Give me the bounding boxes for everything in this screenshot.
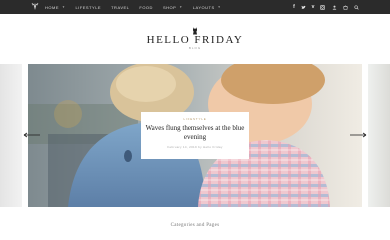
site-tagline: BLOG bbox=[188, 46, 202, 50]
menu-item-label: TRAVEL bbox=[111, 4, 130, 10]
menu-item-label: SHOP bbox=[162, 4, 177, 10]
instagram-icon[interactable] bbox=[320, 4, 325, 10]
menu-item-food[interactable]: FOOD bbox=[139, 5, 153, 10]
deer-logo-icon[interactable] bbox=[30, 2, 40, 12]
slide-caption-card[interactable]: LIFESTYLE Waves flung themselves at the … bbox=[141, 112, 249, 159]
twitter-icon[interactable] bbox=[301, 5, 306, 10]
section-heading: Categories and Pages bbox=[170, 223, 220, 228]
menu-item-shop[interactable]: SHOP ▼ bbox=[163, 5, 183, 10]
chevron-down-icon: ▼ bbox=[217, 5, 222, 9]
chevron-down-icon: ▼ bbox=[179, 5, 183, 9]
menu-item-label: FOOD bbox=[139, 4, 153, 10]
top-navigation-bar: HOME ▼ LIFESTYLE TRAVEL FOOD SHOP ▼ LAYO… bbox=[0, 0, 390, 14]
utility-icons bbox=[332, 0, 365, 14]
menu-item-travel[interactable]: TRAVEL bbox=[111, 5, 129, 10]
menu-item-layouts[interactable]: LAYOUTS ▼ bbox=[193, 5, 221, 10]
arrow-left-icon[interactable] bbox=[23, 132, 41, 138]
site-title[interactable]: HELLO FRIDAY bbox=[0, 34, 390, 46]
vimeo-icon[interactable]: v bbox=[311, 4, 315, 10]
menu-item-home[interactable]: HOME ▼ bbox=[45, 5, 65, 10]
search-icon[interactable] bbox=[354, 4, 359, 10]
cart-icon[interactable] bbox=[343, 5, 348, 10]
main-menu: HOME ▼ LIFESTYLE TRAVEL FOOD SHOP ▼ LAYO… bbox=[45, 0, 231, 14]
menu-item-lifestyle[interactable]: LIFESTYLE bbox=[75, 5, 101, 10]
menu-item-label: LAYOUTS bbox=[192, 4, 215, 10]
menu-item-label: HOME bbox=[45, 4, 59, 10]
social-links: f v bbox=[292, 0, 330, 14]
menu-item-label: LIFESTYLE bbox=[75, 4, 102, 10]
featured-slider: LIFESTYLE Waves flung themselves at the … bbox=[0, 64, 390, 207]
user-icon[interactable] bbox=[332, 5, 337, 10]
facebook-icon[interactable]: f bbox=[292, 4, 296, 10]
next-slide-preview[interactable] bbox=[368, 64, 390, 207]
previous-slide-preview[interactable] bbox=[0, 64, 22, 207]
arrow-right-icon[interactable] bbox=[349, 132, 367, 138]
post-meta: February 14, 2019 by Hello Friday bbox=[167, 145, 223, 149]
chevron-down-icon: ▼ bbox=[62, 5, 66, 9]
post-category[interactable]: LIFESTYLE bbox=[141, 117, 249, 121]
post-title[interactable]: Waves flung themselves at the blue eveni… bbox=[141, 124, 249, 142]
